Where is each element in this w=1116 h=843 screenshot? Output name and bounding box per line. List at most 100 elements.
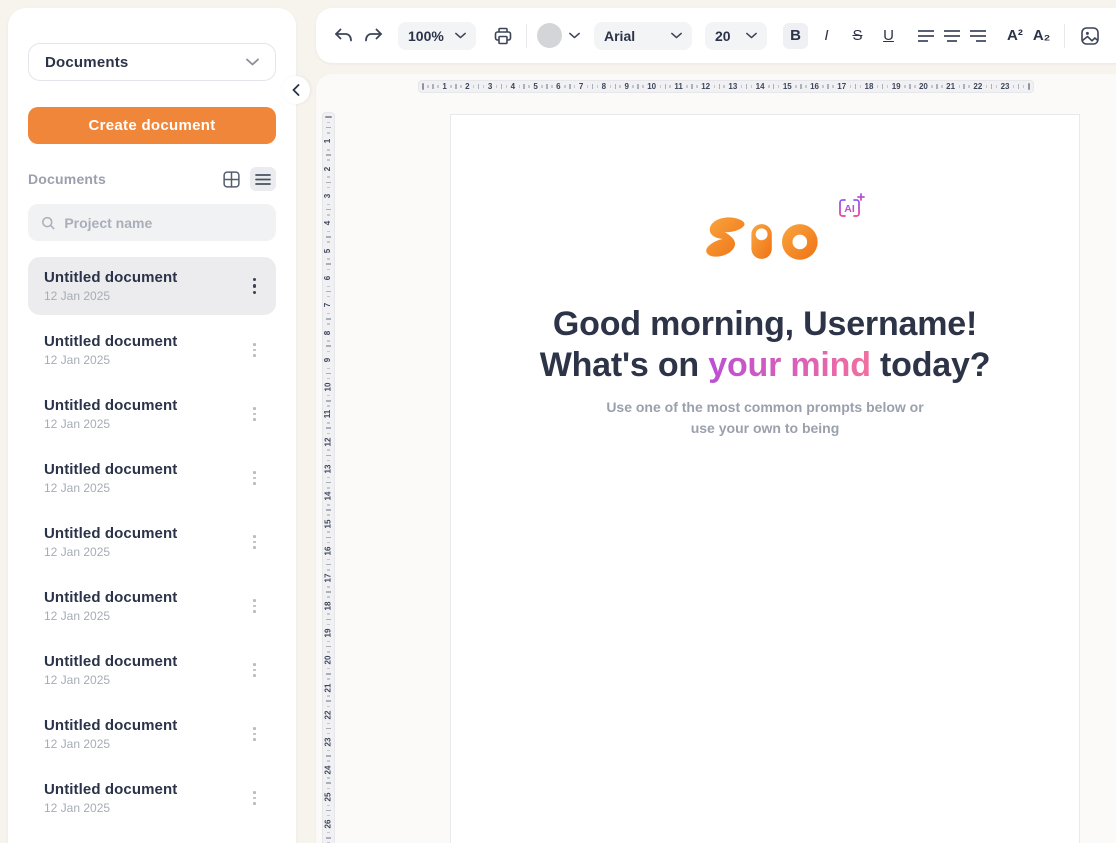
superscript-button[interactable]: A² (1005, 27, 1025, 44)
document-texts: Untitled document 12 Jan 2025 (44, 653, 177, 687)
greeting-line1: Good morning, Username! (451, 304, 1079, 345)
toolbar-divider (1064, 24, 1065, 48)
image-icon (1080, 26, 1100, 46)
zoom-dropdown[interactable]: 100% (398, 22, 476, 50)
document-date: 12 Jan 2025 (44, 545, 177, 559)
document-list-item[interactable]: Untitled document 12 Jan 2025 (28, 513, 276, 571)
kebab-menu-icon[interactable] (247, 531, 262, 553)
document-date: 12 Jan 2025 (44, 801, 177, 815)
document-texts: Untitled document 12 Jan 2025 (44, 525, 177, 559)
greeting-heading: Good morning, Username! What's on your m… (451, 304, 1079, 386)
document-date: 12 Jan 2025 (44, 353, 177, 367)
document-list-item[interactable]: Untitled document 12 Jan 2025 (28, 385, 276, 443)
documents-type-dropdown[interactable]: Documents (28, 43, 276, 81)
chevron-down-icon (246, 58, 259, 66)
align-right-icon (969, 29, 987, 43)
grid-view-button[interactable] (218, 167, 244, 191)
align-center-button[interactable] (939, 23, 965, 49)
document-title: Untitled document (44, 589, 177, 606)
chevron-left-icon (292, 84, 300, 96)
document-list-item[interactable]: Untitled document 12 Jan 2025 (28, 769, 276, 827)
kebab-menu-icon[interactable] (247, 403, 262, 425)
document-title: Untitled document (44, 781, 177, 798)
document-list-item[interactable]: Untitled document 12 Jan 2025 (28, 321, 276, 379)
document-date: 12 Jan 2025 (44, 417, 177, 431)
chevron-down-icon (569, 32, 580, 39)
document-date: 12 Jan 2025 (44, 289, 177, 303)
sidebar-collapse-button[interactable] (282, 76, 310, 104)
font-size-value: 20 (715, 28, 731, 44)
document-title: Untitled document (44, 397, 177, 414)
greeting-line2: What's on your mind today? (451, 345, 1079, 386)
font-family-dropdown[interactable]: Arial (594, 22, 692, 50)
toolbar-divider (526, 24, 527, 48)
horizontal-ruler: 1234567891011121314151617181920212223 (418, 80, 1034, 93)
kebab-menu-icon[interactable] (247, 274, 262, 298)
document-list-item[interactable]: Untitled document 12 Jan 2025 (28, 705, 276, 763)
subscript-button[interactable]: A₂ (1031, 27, 1053, 44)
document-title: Untitled document (44, 333, 177, 350)
zoom-value: 100% (408, 28, 444, 44)
strikethrough-button[interactable]: S (845, 23, 870, 49)
grid-view-icon (223, 171, 240, 188)
text-color-dropdown[interactable] (537, 23, 580, 49)
align-right-button[interactable] (965, 23, 991, 49)
document-list-item[interactable]: Untitled document 12 Jan 2025 (28, 449, 276, 507)
document-list: Untitled document 12 Jan 2025 Untitled d… (28, 257, 276, 827)
search-input[interactable] (64, 215, 263, 231)
bold-button[interactable]: B (783, 23, 808, 49)
font-family-value: Arial (604, 28, 635, 44)
search-box[interactable] (28, 204, 276, 241)
greeting-subtitle: Use one of the most common prompts below… (451, 397, 1079, 440)
document-date: 12 Jan 2025 (44, 673, 177, 687)
chevron-down-icon (455, 32, 466, 39)
underline-button[interactable]: U (876, 23, 901, 49)
document-list-item[interactable]: Untitled document 12 Jan 2025 (28, 257, 276, 315)
font-size-dropdown[interactable]: 20 (705, 22, 767, 50)
document-texts: Untitled document 12 Jan 2025 (44, 589, 177, 623)
redo-icon (363, 27, 384, 45)
chevron-down-icon (746, 32, 757, 39)
align-left-button[interactable] (913, 23, 939, 49)
search-icon (41, 215, 55, 231)
redo-button[interactable] (360, 23, 386, 49)
kebab-menu-icon[interactable] (247, 659, 262, 681)
greeting-highlight: your mind (708, 346, 871, 384)
list-view-icon (255, 173, 271, 186)
kebab-menu-icon[interactable] (247, 595, 262, 617)
zio-logo-icon (703, 209, 827, 263)
kebab-menu-icon[interactable] (247, 339, 262, 361)
undo-icon (333, 27, 354, 45)
text-color-swatch-icon (537, 23, 562, 48)
vertical-ruler: 1234567891011121314151617181920212223242… (322, 112, 335, 843)
document-texts: Untitled document 12 Jan 2025 (44, 269, 177, 303)
kebab-menu-icon[interactable] (247, 467, 262, 489)
document-texts: Untitled document 12 Jan 2025 (44, 397, 177, 431)
documents-section-header: Documents (28, 166, 276, 192)
document-list-item[interactable]: Untitled document 12 Jan 2025 (28, 641, 276, 699)
editor-canvas: 1234567891011121314151617181920212223 12… (316, 74, 1116, 843)
italic-button[interactable]: I (814, 23, 839, 49)
documents-section-label: Documents (28, 171, 106, 187)
list-view-button[interactable] (250, 167, 276, 191)
create-document-button[interactable]: Create document (28, 107, 276, 144)
document-date: 12 Jan 2025 (44, 609, 177, 623)
zio-logo: AI (703, 209, 827, 263)
svg-text:AI: AI (844, 203, 855, 215)
document-title: Untitled document (44, 461, 177, 478)
document-list-item[interactable]: Untitled document 12 Jan 2025 (28, 577, 276, 635)
printer-icon (493, 26, 513, 46)
insert-image-button[interactable] (1077, 23, 1103, 49)
document-title: Untitled document (44, 269, 177, 286)
undo-button[interactable] (330, 23, 356, 49)
document-date: 12 Jan 2025 (44, 481, 177, 495)
document-page[interactable]: AI Good morning, Username! What's on you… (450, 114, 1080, 843)
document-texts: Untitled document 12 Jan 2025 (44, 333, 177, 367)
document-title: Untitled document (44, 717, 177, 734)
view-toggles (218, 167, 276, 191)
document-title: Untitled document (44, 525, 177, 542)
print-button[interactable] (490, 23, 516, 49)
kebab-menu-icon[interactable] (247, 787, 262, 809)
kebab-menu-icon[interactable] (247, 723, 262, 745)
document-texts: Untitled document 12 Jan 2025 (44, 781, 177, 815)
